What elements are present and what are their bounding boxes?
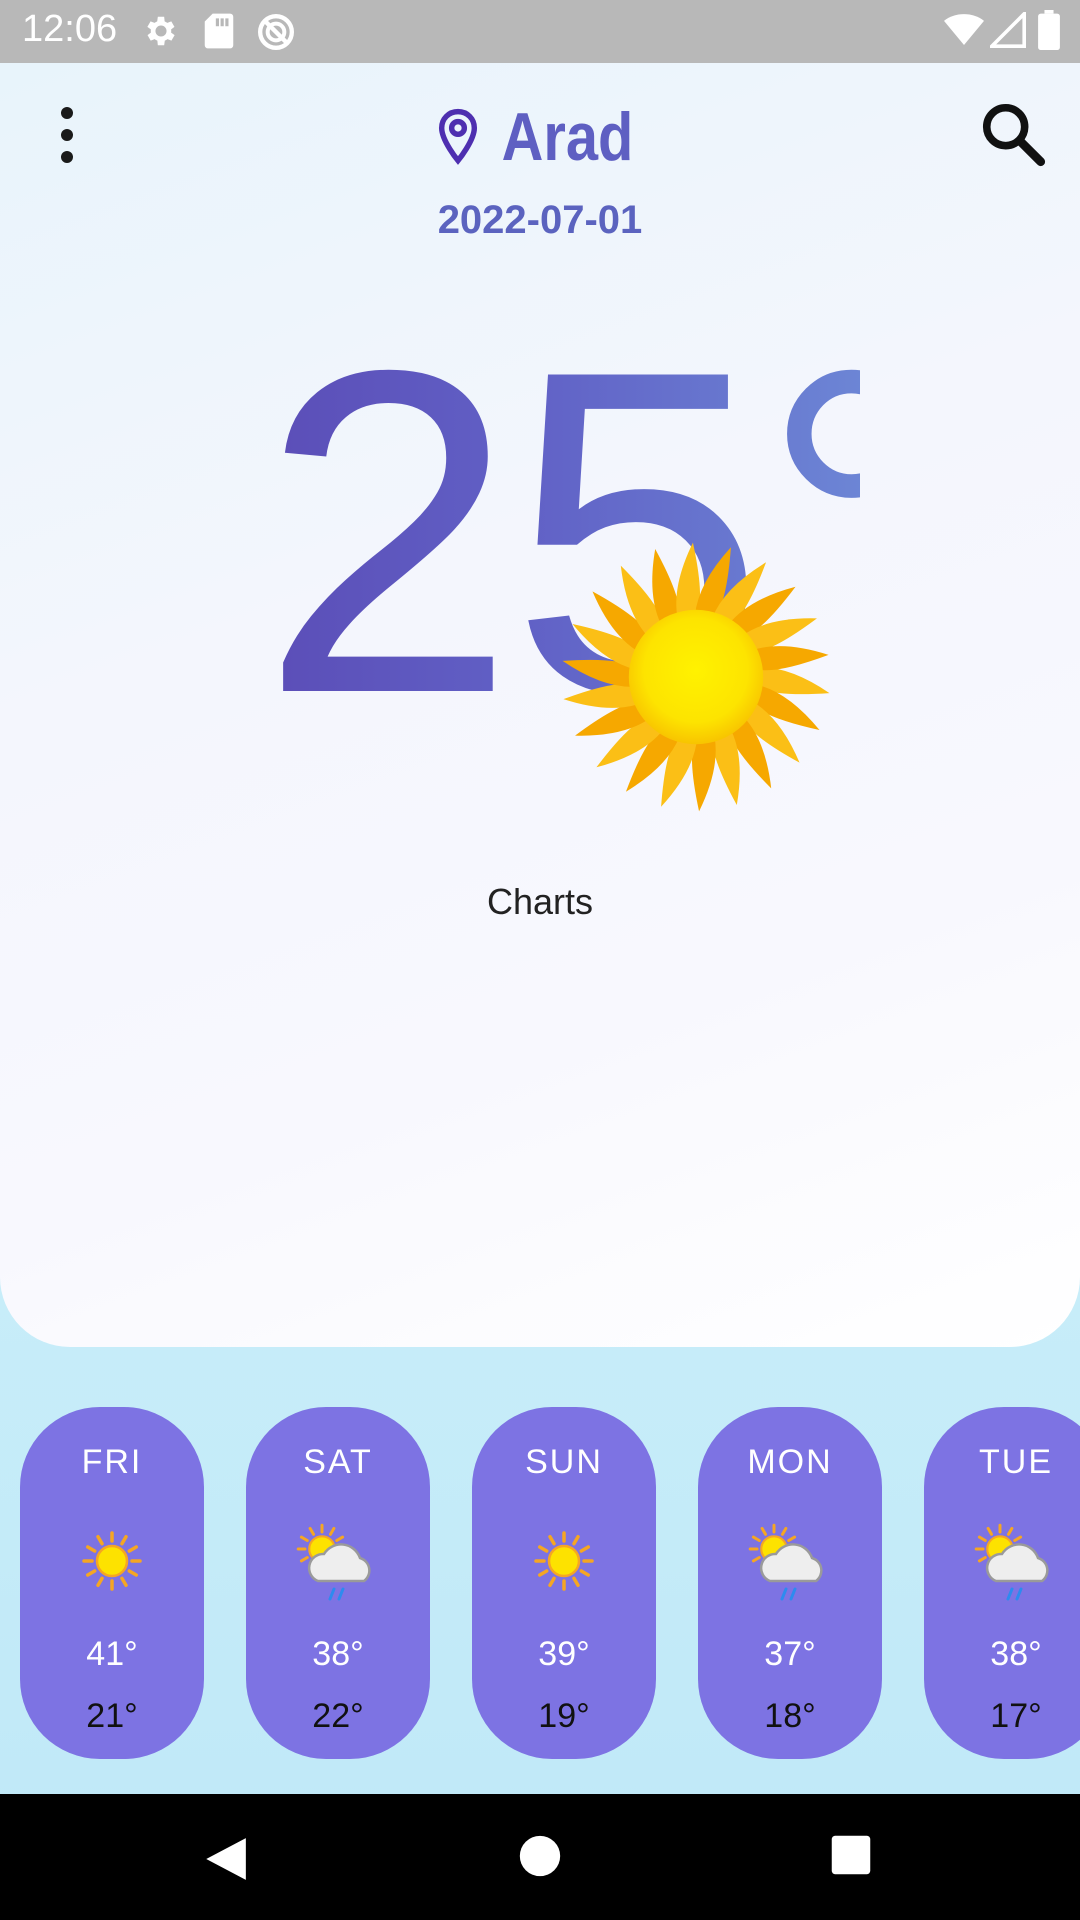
sun-core — [95, 1544, 129, 1578]
day-high-temp: 41° — [86, 1635, 138, 1673]
sun-ray — [751, 1556, 761, 1563]
day-name: SUN — [525, 1443, 603, 1481]
day-low-temp: 21° — [86, 1697, 138, 1735]
sun-ray — [977, 1535, 987, 1542]
sun-cloud-rain-icon — [296, 1523, 371, 1601]
status-time: 12:06 — [22, 8, 118, 50]
recents-icon[interactable] — [830, 1834, 872, 1876]
forecast-card-fri[interactable]: FRI 41° 21° — [20, 1407, 204, 1759]
day-low-temp: 17° — [990, 1697, 1042, 1735]
sun-ray — [760, 1526, 767, 1536]
sun-ray — [127, 1545, 138, 1553]
sun-cloud-rain-icon — [748, 1523, 823, 1601]
search-icon[interactable] — [978, 99, 1048, 169]
forecast-card-mon[interactable]: MON 37° 18° — [698, 1407, 882, 1759]
sun-ray — [120, 1535, 128, 1546]
day-high-temp: 38° — [312, 1635, 364, 1673]
sun-ray — [977, 1556, 987, 1563]
sun-ray — [579, 1569, 590, 1577]
day-high-temp: 38° — [990, 1635, 1042, 1673]
day-name: SAT — [303, 1443, 373, 1481]
back-icon[interactable] — [200, 1834, 250, 1884]
sun-ray — [548, 1535, 556, 1546]
sun-ray — [299, 1535, 309, 1542]
home-icon[interactable] — [518, 1834, 562, 1878]
sun-ray — [120, 1576, 128, 1587]
status-bar: 12:06 — [0, 0, 1080, 63]
sun-core — [547, 1544, 581, 1578]
sun-ray — [299, 1556, 309, 1563]
sun-icon — [82, 1531, 142, 1591]
sun-ray — [86, 1545, 97, 1553]
location-header: Arad — [0, 93, 1080, 193]
sun-cloud-rain-icon — [974, 1523, 1049, 1601]
day-high-temp: 37° — [764, 1635, 816, 1673]
battery-icon — [1038, 10, 1060, 50]
day-low-temp: 18° — [764, 1697, 816, 1735]
day-low-temp: 22° — [312, 1697, 364, 1735]
city-name: Arad — [501, 99, 633, 176]
sun-ray — [579, 1545, 590, 1553]
sun-ray — [572, 1576, 580, 1587]
signal-icon — [990, 12, 1026, 48]
sun-ray — [548, 1576, 556, 1587]
sun-ray — [96, 1535, 104, 1546]
forecast-card-sun[interactable]: SUN 39° 19° — [472, 1407, 656, 1759]
no-entry-icon — [258, 14, 294, 50]
day-high-temp: 39° — [538, 1635, 590, 1673]
location-pin-icon — [438, 108, 477, 165]
sun-ray — [751, 1535, 761, 1542]
forecast-strip[interactable]: FRI 41° 21° SAT 38° 22° SUN 39° 19° MON — [0, 1407, 1080, 1759]
sun-ray — [572, 1535, 580, 1546]
sun-ray — [335, 1535, 345, 1542]
day-name: FRI — [81, 1443, 143, 1481]
day-name: MON — [747, 1443, 833, 1481]
sun-ray — [538, 1545, 549, 1553]
current-weather-card: Arad 2022-07-01 25° Charts — [0, 63, 1080, 1347]
settings-icon — [147, 16, 175, 46]
sun-ray — [751, 646, 829, 671]
sun-icon — [534, 1531, 594, 1591]
sd-card-icon — [204, 13, 234, 49]
sun-ray — [781, 1526, 788, 1536]
forecast-card-tue[interactable]: TUE 38° 17° — [924, 1407, 1080, 1759]
navigation-bar — [0, 1794, 1080, 1920]
day-low-temp: 19° — [538, 1697, 590, 1735]
day-name: TUE — [979, 1443, 1053, 1481]
sun-ray — [563, 683, 641, 708]
sun-ray — [308, 1526, 315, 1536]
forecast-card-sat[interactable]: SAT 38° 22° — [246, 1407, 430, 1759]
sun-ray — [86, 1569, 97, 1577]
sun-ray — [127, 1569, 138, 1577]
sun-ray — [986, 1526, 993, 1536]
sun-ray — [538, 1569, 549, 1577]
charts-link[interactable]: Charts — [0, 881, 1080, 923]
sun-ray — [329, 1526, 336, 1536]
sun-icon — [562, 542, 830, 812]
sun-ray — [1007, 1526, 1014, 1536]
wifi-icon — [944, 14, 984, 45]
sun-ray — [1013, 1535, 1023, 1542]
sun-ray — [96, 1576, 104, 1587]
sun-ray — [787, 1535, 797, 1542]
forecast-date: 2022-07-01 — [437, 198, 643, 242]
